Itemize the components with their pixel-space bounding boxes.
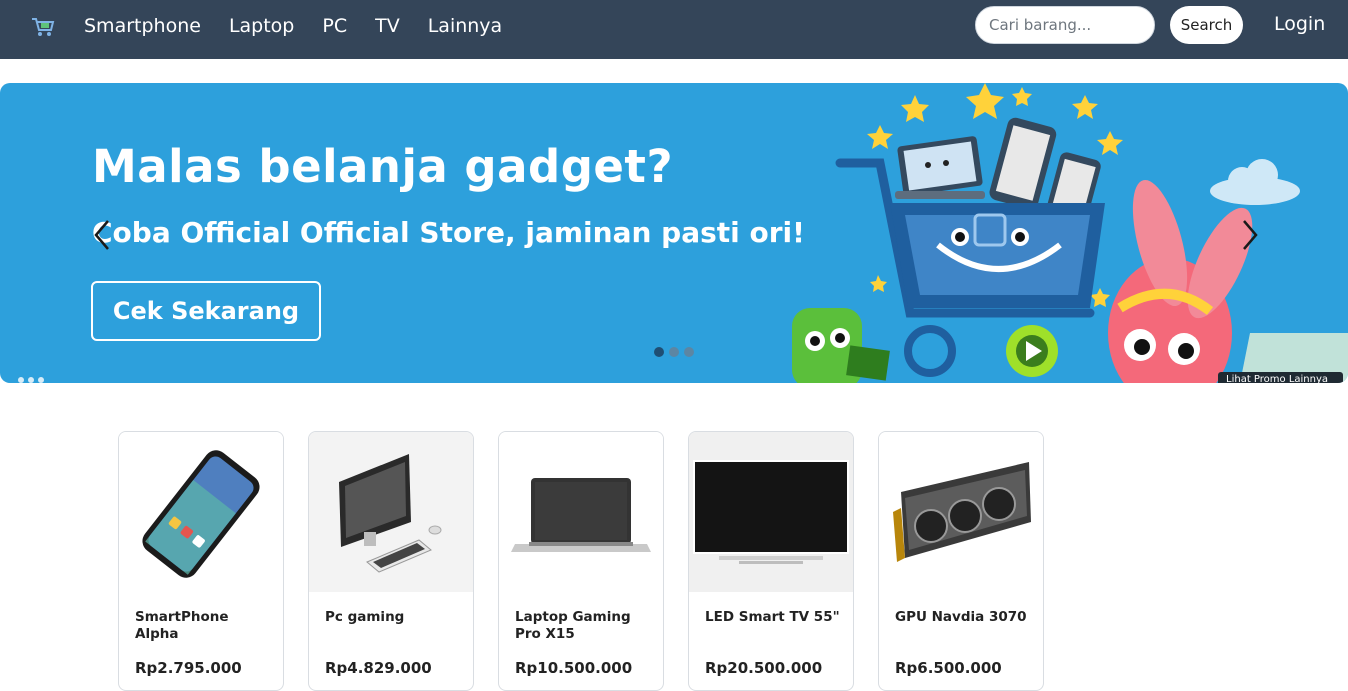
product-price: Rp20.500.000 [705, 659, 823, 677]
nav-link-tv[interactable]: TV [375, 15, 400, 37]
product-price: Rp2.795.000 [135, 659, 242, 677]
lihat-promo-lainnya-link[interactable]: Lihat Promo Lainnya [1218, 372, 1343, 383]
product-name: Pc gaming [325, 609, 405, 625]
gpu-image [879, 432, 1043, 592]
product-name: GPU Navdia 3070 [895, 609, 1027, 625]
product-card[interactable]: Pc gaming Rp4.829.000 [308, 431, 474, 691]
nav-link-laptop[interactable]: Laptop [229, 15, 294, 37]
product-card[interactable]: SmartPhone Alpha Rp2.795.000 [118, 431, 284, 691]
carousel-indicators [654, 347, 694, 357]
nav-link-smartphone[interactable]: Smartphone [84, 15, 201, 37]
login-link[interactable]: Login [1274, 13, 1325, 35]
product-card[interactable]: GPU Navdia 3070 Rp6.500.000 [878, 431, 1044, 691]
carousel-dot-3[interactable] [684, 347, 694, 357]
product-name: LED Smart TV 55" [705, 609, 840, 625]
shopping-cart-logo-icon[interactable] [28, 12, 58, 42]
product-name: SmartPhone Alpha [135, 609, 229, 642]
search-input[interactable] [975, 6, 1155, 44]
product-price: Rp10.500.000 [515, 659, 633, 677]
carousel-dot-2[interactable] [669, 347, 679, 357]
product-list: SmartPhone Alpha Rp2.795.000 Pc gaming R… [118, 431, 1044, 691]
search-button[interactable]: Search [1170, 6, 1243, 44]
cek-sekarang-button[interactable]: Cek Sekarang [91, 281, 321, 341]
banner-subtitle: Coba Official Official Store, jaminan pa… [92, 216, 805, 249]
carousel-prev-arrow-icon[interactable] [88, 215, 118, 255]
carousel-next-arrow-icon[interactable] [1236, 215, 1266, 255]
nav-link-pc[interactable]: PC [322, 15, 347, 37]
banner-title: Malas belanja gadget? [92, 140, 674, 193]
smartphone-image [119, 432, 283, 592]
banner-inner-dot [28, 377, 34, 383]
promo-banner-carousel[interactable]: Malas belanja gadget? Coba Official Offi… [0, 83, 1348, 383]
banner-inner-indicators [18, 377, 44, 383]
product-card[interactable]: Laptop Gaming Pro X15 Rp10.500.000 [498, 431, 664, 691]
nav-link-lainnya[interactable]: Lainnya [428, 15, 502, 37]
desktop-pc-image [309, 432, 473, 592]
nav-links: Smartphone Laptop PC TV Lainnya [84, 0, 530, 52]
banner-inner-dot [18, 377, 24, 383]
product-price: Rp4.829.000 [325, 659, 432, 677]
product-price: Rp6.500.000 [895, 659, 1002, 677]
product-name: Laptop Gaming Pro X15 [515, 609, 631, 642]
laptop-image [499, 432, 663, 592]
product-card[interactable]: LED Smart TV 55" Rp20.500.000 [688, 431, 854, 691]
carousel-dot-1[interactable] [654, 347, 664, 357]
tv-image [689, 432, 853, 592]
banner-inner-dot [38, 377, 44, 383]
navbar: Smartphone Laptop PC TV Lainnya Search L… [0, 0, 1348, 59]
